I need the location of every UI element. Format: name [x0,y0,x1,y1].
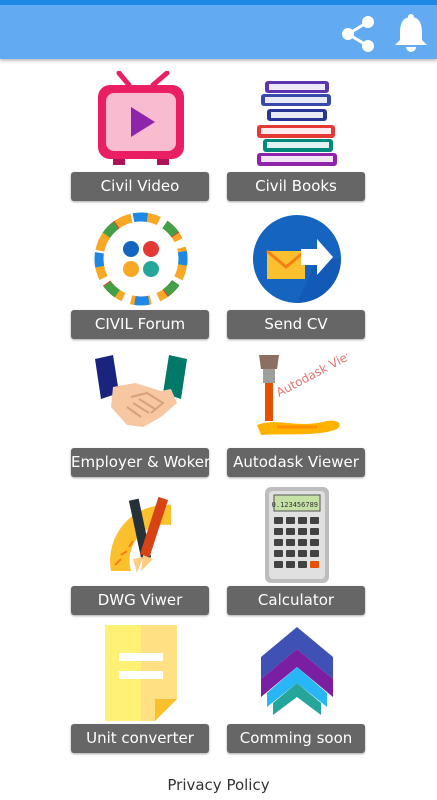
sticky-note-icon [105,625,177,721]
tile-employer-worker[interactable]: Employer & Woker [71,347,211,479]
tile-civil-video[interactable]: Civil Video [71,71,211,203]
tv-play-icon [98,71,184,165]
paintbrush-icon: Autodask View [257,347,347,435]
calculator-display-text: 0.123456789 [272,501,318,509]
calculator-icon: 0.123456789 [265,487,329,583]
tile-civil-books[interactable]: Civil Books [227,71,367,203]
books-stack-icon [257,81,337,166]
tile-label: Autodask Viewer [227,448,365,477]
tile-coming-soon[interactable]: Comming soon [227,623,367,755]
share-icon[interactable] [338,14,378,54]
tile-dwg-viewer[interactable]: DWG Viwer [71,485,211,617]
tile-calculator[interactable]: 0.123456789 Calculator [227,485,367,617]
tile-label: Calculator [227,586,365,615]
tile-label: Civil Books [227,172,365,201]
handshake-icon [95,355,187,427]
house-chevrons-icon [261,627,333,715]
tile-label: Civil Video [71,172,209,201]
bell-icon[interactable] [393,13,429,53]
tile-label: CIVIL Forum [71,310,209,339]
tile-unit-converter[interactable]: Unit converter [71,623,211,755]
tile-label: Comming soon [227,724,365,753]
tile-label: Unit converter [71,724,209,753]
tile-civil-forum[interactable]: CIVIL Forum [71,209,211,341]
tile-autodask-viewer[interactable]: Autodask View Autodask Viewer [227,347,367,479]
send-envelope-icon [253,215,341,303]
tile-label: DWG Viwer [71,586,209,615]
drafting-tools-icon [110,496,171,573]
tile-send-cv[interactable]: Send CV [227,209,367,341]
forum-circle-icon [94,212,188,306]
tile-label: Employer & Woker [71,448,209,477]
privacy-policy-link[interactable]: Privacy Policy [0,776,437,794]
app-bar [0,5,437,59]
autodask-logo-text: Autodask View [274,347,347,400]
tile-label: Send CV [227,310,365,339]
